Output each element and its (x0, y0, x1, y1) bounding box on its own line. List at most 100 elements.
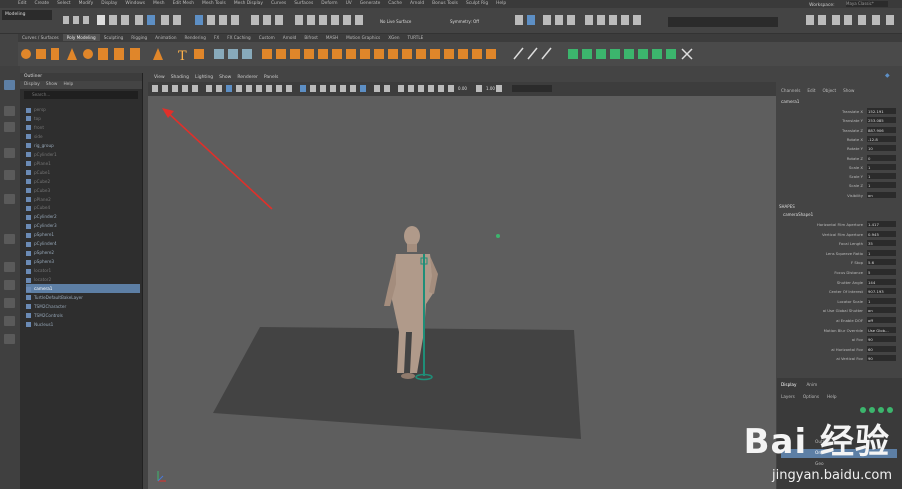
command-line-input[interactable] (668, 17, 778, 27)
shelf-tab-arnold[interactable]: Arnold (279, 34, 301, 41)
channel-row[interactable]: Translate Z 887.906 (777, 126, 897, 134)
outliner-row[interactable]: side (26, 132, 140, 141)
menu-mesh[interactable]: Mesh (153, 1, 165, 6)
viewport-menu-show[interactable]: Show (219, 75, 231, 80)
select-tool-icon[interactable] (4, 80, 15, 90)
channel-menu-show[interactable]: Show (843, 88, 854, 93)
outliner-row[interactable]: pCylinder4 (26, 239, 140, 248)
shelf-tab-poly-modeling[interactable]: Poly Modeling (62, 34, 100, 41)
viewport-menu-shading[interactable]: Shading (171, 75, 189, 80)
shelf-tab-turtle[interactable]: TURTLE (404, 34, 428, 41)
layer-tab-anim[interactable]: Anim (806, 382, 817, 387)
four-pane-icon[interactable] (4, 280, 15, 290)
menu-sculpt-rig[interactable]: Sculpt Rig (466, 1, 488, 6)
channel-row[interactable]: Focus Distance 5 (777, 269, 897, 276)
channel-box-icons[interactable]: ◆ (885, 72, 899, 79)
channel-menu-edit[interactable]: Edit (807, 88, 815, 93)
channel-value[interactable]: on (867, 191, 896, 198)
menu-help[interactable]: Help (496, 1, 506, 6)
outliner-row[interactable]: pPlane1 (26, 159, 140, 168)
workspace-selector[interactable]: Workspace: Maya Classic* (809, 1, 896, 8)
channel-row[interactable]: ai Use Global Shutter on (777, 307, 897, 314)
menu-display[interactable]: Display (101, 1, 117, 6)
outliner-row[interactable]: locator1 (26, 266, 140, 275)
channel-value[interactable]: 0.945 (867, 230, 896, 237)
channel-value[interactable]: 10 (867, 145, 896, 152)
channel-row[interactable]: F Stop 5.6 (777, 259, 897, 266)
viewport-value-a[interactable]: 0.00 (458, 86, 467, 91)
channel-menu-object[interactable]: Object (822, 88, 836, 93)
shelf-tab-curves-surfaces[interactable]: Curves / Surfaces (18, 34, 63, 41)
channel-value[interactable]: 1 (867, 182, 896, 189)
channel-value[interactable]: 60 (867, 345, 896, 352)
outliner-row[interactable]: front (26, 123, 140, 132)
channel-value[interactable]: 35 (867, 240, 896, 247)
scale-tool-icon[interactable] (4, 194, 15, 204)
channel-row[interactable]: Horizontal Film Aperture 1.417 (777, 221, 897, 228)
outliner-search-input[interactable]: Search... (24, 91, 138, 99)
menu-mesh-display[interactable]: Mesh Display (234, 1, 263, 6)
outliner-row[interactable]: camera1 (26, 284, 140, 293)
layer-menu-layers[interactable]: Layers (781, 394, 795, 399)
status-line-right-icons[interactable] (800, 12, 900, 30)
channel-value[interactable]: -12.8 (867, 135, 896, 142)
viewport-value-b[interactable]: 1.00 (486, 86, 495, 91)
channel-row[interactable]: ai Enable DOF off (777, 317, 897, 324)
menu-cache[interactable]: Cache (388, 1, 402, 6)
viewport-menu-view[interactable]: View (154, 75, 165, 80)
outliner-row[interactable]: pSphere3 (26, 257, 140, 266)
outliner-row[interactable]: pCylinder2 (26, 212, 140, 221)
menu-deform[interactable]: Deform (321, 1, 337, 6)
channel-row[interactable]: Scale X 1 (777, 163, 897, 171)
single-pane-icon[interactable] (4, 262, 15, 272)
channel-row[interactable]: ai Vertical Fov 90 (777, 355, 897, 362)
shelf-tab-sculpting[interactable]: Sculpting (100, 34, 128, 41)
shelf-tab-fx-caching[interactable]: FX Caching (223, 34, 255, 41)
outliner-row[interactable]: pSphere2 (26, 248, 140, 257)
channel-row[interactable]: Scale Z 1 (777, 182, 897, 189)
channel-value[interactable]: 1 (867, 297, 896, 304)
channel-value[interactable]: Use Glob... (867, 326, 896, 333)
channel-row[interactable]: Translate X 152.191 (777, 108, 897, 115)
channel-row[interactable]: ai Horizontal Fov 60 (777, 345, 897, 353)
channel-row[interactable]: Rotate Y 10 (777, 145, 897, 152)
shelf-tab-animation[interactable]: Animation (151, 34, 180, 41)
menu-create[interactable]: Create (35, 1, 50, 6)
channel-value[interactable]: off (867, 317, 896, 323)
shelf-tab-rigging[interactable]: Rigging (127, 34, 151, 41)
outliner-row[interactable]: pCube2 (26, 177, 140, 186)
outliner-row[interactable]: pSphere1 (26, 230, 140, 239)
viewport-menu-renderer[interactable]: Renderer (237, 75, 258, 80)
outliner-row[interactable]: pPlane2 (26, 195, 140, 204)
channel-value[interactable]: 144 (867, 278, 896, 285)
menu-edit[interactable]: Edit (18, 1, 27, 6)
status-line-icons[interactable] (55, 11, 655, 31)
channel-row[interactable]: Locator Scale 1 (777, 297, 897, 305)
outliner-menu-show[interactable]: Show (46, 82, 58, 87)
channel-value[interactable]: 1 (867, 163, 896, 170)
outliner-menu-display[interactable]: Display (24, 82, 40, 87)
outliner-row[interactable]: pCylinder3 (26, 221, 140, 230)
menu-mesh-tools[interactable]: Mesh Tools (202, 1, 226, 6)
menu-arnold[interactable]: Arnold (410, 1, 424, 6)
channel-value[interactable]: 90 (867, 336, 896, 343)
outliner-menu-help[interactable]: Help (63, 82, 73, 87)
channel-row[interactable]: Lens Squeeze Ratio 1 (777, 249, 897, 257)
layer-action-icons[interactable] (857, 406, 899, 414)
menu-edit-mesh[interactable]: Edit Mesh (173, 1, 194, 6)
two-pane-icon[interactable] (4, 298, 15, 308)
channel-row[interactable]: Scale Y 1 (777, 173, 897, 180)
shelf-tab-custom[interactable]: Custom (255, 34, 279, 41)
layout-icon[interactable] (4, 234, 15, 244)
channel-value[interactable]: on (867, 307, 896, 314)
channel-row[interactable]: Shutter Angle 144 (777, 278, 897, 286)
outliner-row[interactable]: TSM2Character (26, 302, 140, 311)
menu-uv[interactable]: UV (346, 1, 352, 6)
menu-modify[interactable]: Modify (79, 1, 94, 6)
viewport-menu-panels[interactable]: Panels (264, 75, 278, 80)
lasso-tool-icon[interactable] (4, 106, 15, 116)
shelf-tab-fx[interactable]: FX (210, 34, 223, 41)
channel-value[interactable]: 1 (867, 173, 896, 180)
channel-value[interactable]: 907.193 (867, 288, 896, 295)
channel-value[interactable]: 887.906 (867, 126, 896, 133)
